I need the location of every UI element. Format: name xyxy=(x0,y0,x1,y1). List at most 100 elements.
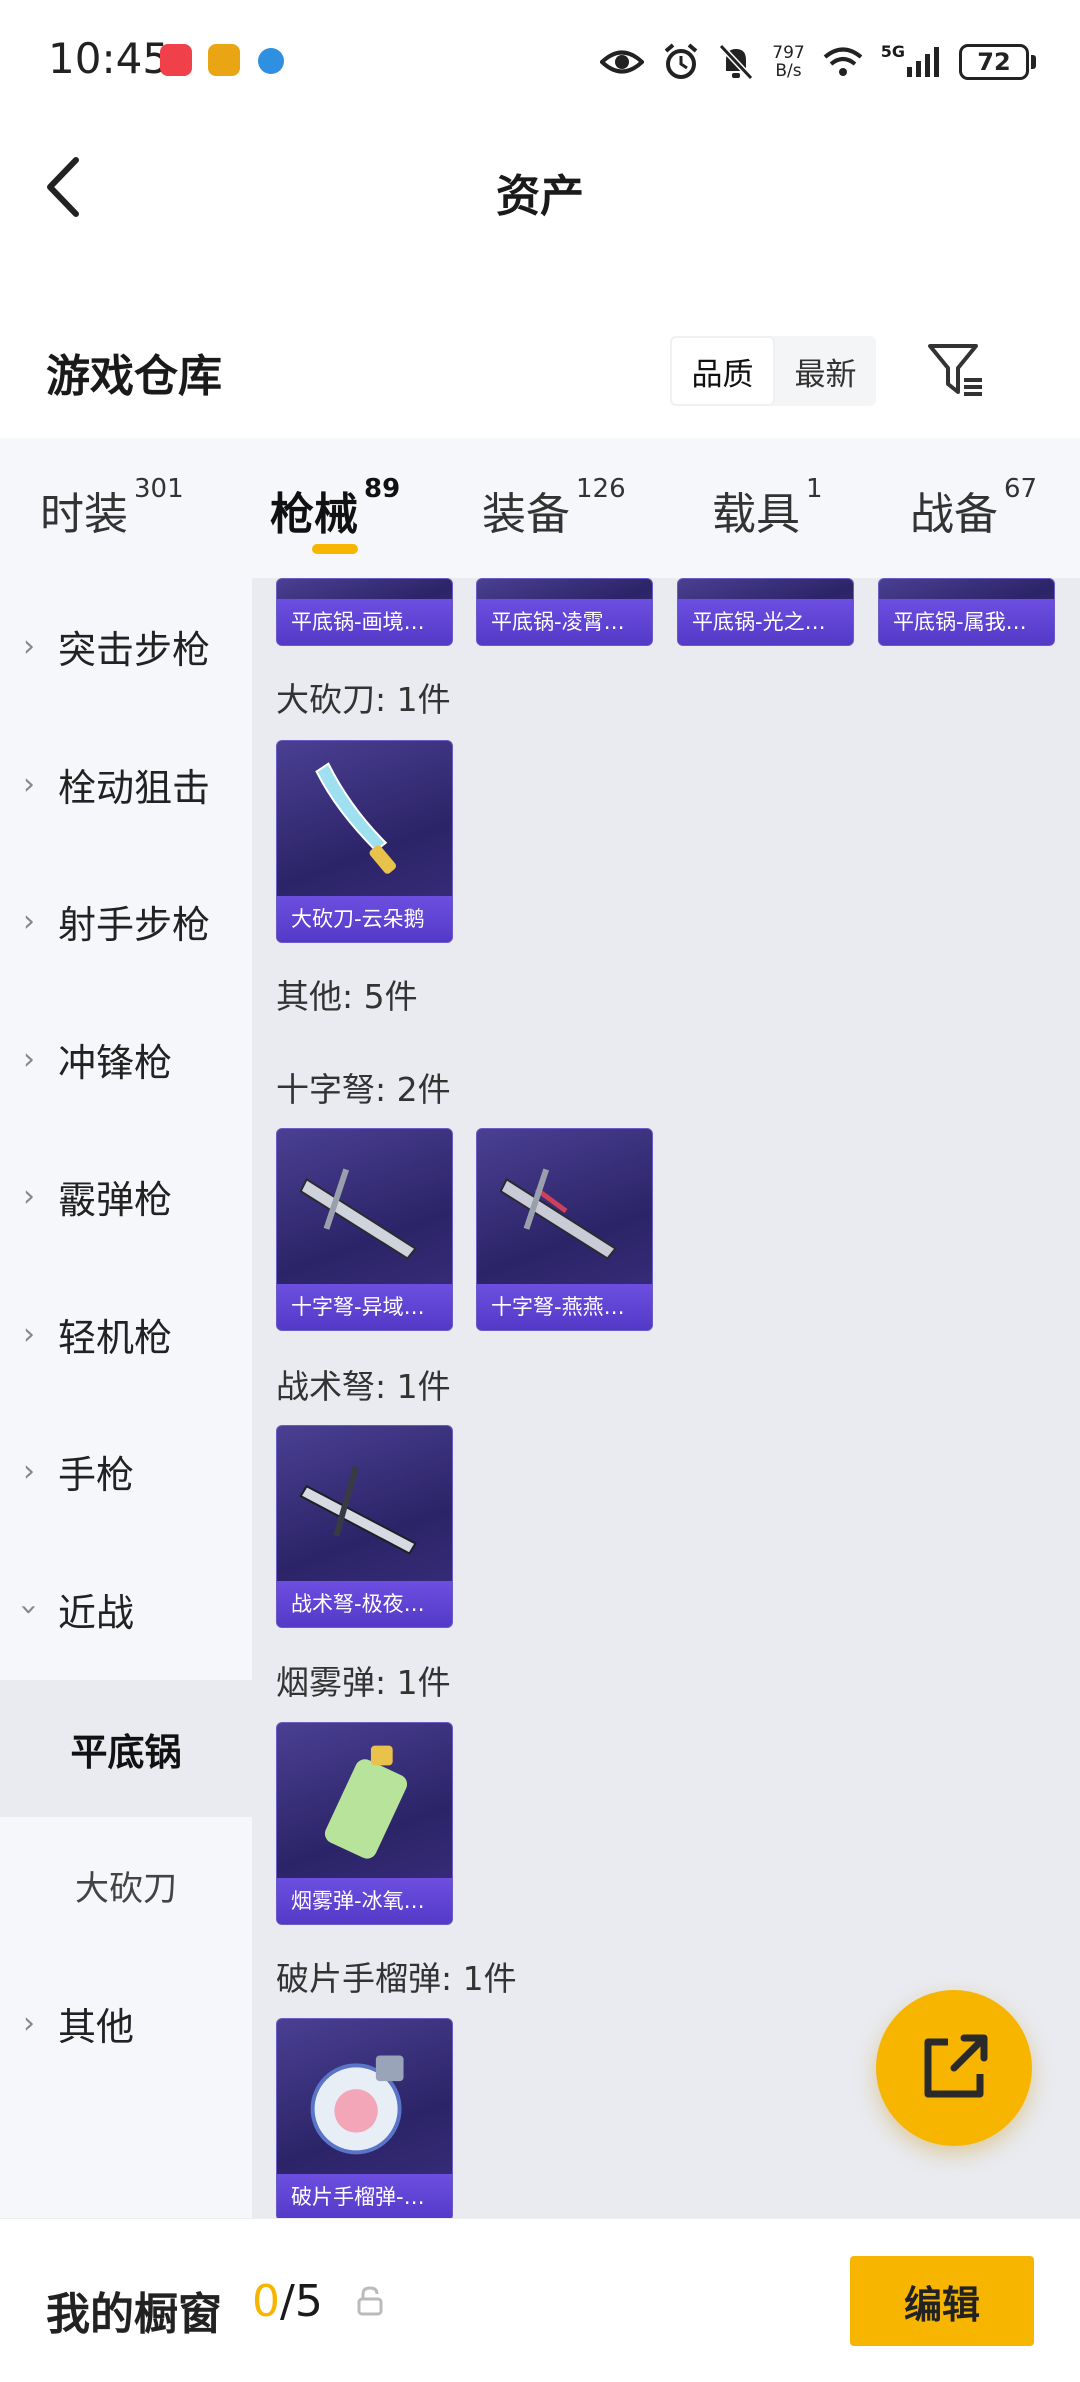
group-label: 战术弩: 1件 xyxy=(276,1367,451,1406)
sidebar-item-label: 手枪 xyxy=(58,1453,135,1497)
battery-level: 72 xyxy=(977,48,1011,76)
chevron-right-icon: › xyxy=(23,1454,35,1489)
net-speed-unit: B/s xyxy=(775,61,802,81)
sidebar-item-pistol[interactable]: › 手枪 xyxy=(0,1403,252,1540)
status-time: 10:45 xyxy=(48,34,170,83)
item-card[interactable]: 平底锅-画境… xyxy=(276,578,453,646)
network-type: 5G xyxy=(880,42,905,61)
tab-fashion[interactable]: 时装 301 xyxy=(40,474,184,542)
item-card[interactable]: 十字弩-燕燕… xyxy=(476,1128,653,1331)
tab-label: 装备 xyxy=(482,489,570,540)
sidebar-item-shotgun[interactable]: › 霰弹枪 xyxy=(0,1128,252,1265)
tab-count: 89 xyxy=(364,474,401,504)
item-card-label: 破片手榴弹-… xyxy=(277,2174,452,2220)
item-card-label: 平底锅-画境… xyxy=(277,599,452,645)
item-card-label: 平底锅-属我… xyxy=(879,599,1054,645)
tactical-crossbow-item-image xyxy=(299,1465,417,1555)
tab-vehicles[interactable]: 载具 1 xyxy=(712,474,823,542)
status-icons: 797 B/s 5G 72 xyxy=(600,38,1036,86)
mute-bell-icon xyxy=(718,42,754,82)
item-card-label: 十字弩-异域… xyxy=(277,1284,452,1330)
item-card[interactable]: 破片手榴弹-… xyxy=(276,2018,453,2221)
sidebar-item-lmg[interactable]: › 轻机枪 xyxy=(0,1266,252,1403)
sidebar-item-bolt-sniper[interactable]: › 栓动狙击 xyxy=(0,716,252,853)
share-external-icon xyxy=(924,2034,988,2098)
net-speed-value: 797 xyxy=(772,43,805,63)
showcase-label: 我的橱窗 xyxy=(46,2289,222,2340)
item-card-label: 平底锅-凌霄… xyxy=(477,599,652,645)
tab-label: 枪械 xyxy=(270,489,358,540)
chevron-down-icon: › xyxy=(11,1603,47,1616)
sidebar-item-label: 栓动狙击 xyxy=(58,766,211,810)
item-card[interactable]: 平底锅-属我… xyxy=(878,578,1055,646)
sidebar-item-label: 其他 xyxy=(58,2005,135,2049)
tab-firearms[interactable]: 枪械 89 xyxy=(270,474,400,542)
filter-icon xyxy=(928,344,982,396)
sidebar-item-marksman[interactable]: › 射手步枪 xyxy=(0,853,252,990)
item-card[interactable]: 大砍刀-云朵鹅 xyxy=(276,740,453,943)
wifi-icon xyxy=(823,42,863,82)
item-card[interactable]: 平底锅-凌霄… xyxy=(476,578,653,646)
showcase-total: /5 xyxy=(280,2276,323,2327)
eye-icon xyxy=(600,42,645,82)
smoke-grenade-item-image xyxy=(324,1745,408,1859)
crossbow-item-image xyxy=(299,1168,417,1260)
chevron-right-icon: › xyxy=(23,904,35,939)
item-card[interactable]: 平底锅-光之… xyxy=(677,578,854,646)
notification-app-icon xyxy=(208,44,240,76)
share-fab-button[interactable] xyxy=(876,1990,1032,2146)
chevron-right-icon: › xyxy=(23,2006,35,2041)
edit-button[interactable]: 编辑 xyxy=(850,2256,1034,2346)
sidebar-subitem-machete[interactable]: 大砍刀 xyxy=(0,1817,252,1954)
frag-grenade-item-image xyxy=(310,2055,404,2155)
cellular-signal-icon: 5G xyxy=(881,42,941,82)
alarm-icon xyxy=(662,42,700,82)
chevron-right-icon: › xyxy=(23,767,35,802)
tab-count: 67 xyxy=(1004,474,1038,504)
sort-toggle: 品质 最新 xyxy=(670,336,876,406)
filter-button[interactable] xyxy=(926,340,986,400)
sort-newest-button[interactable]: 最新 xyxy=(775,336,876,406)
sidebar-item-melee[interactable]: › 近战 xyxy=(0,1541,252,1678)
item-card-label: 烟雾弹-冰氧… xyxy=(277,1878,452,1924)
crossbow-item-image xyxy=(499,1168,617,1260)
tab-count: 1 xyxy=(806,474,823,504)
sidebar-item-label: 大砍刀 xyxy=(75,1869,177,1909)
lock-icon xyxy=(356,2286,384,2316)
sidebar-item-label: 近战 xyxy=(58,1591,135,1635)
sort-quality-button[interactable]: 品质 xyxy=(670,336,775,406)
sidebar-item-label: 霰弹枪 xyxy=(58,1178,173,1222)
item-card-label: 大砍刀-云朵鹅 xyxy=(277,896,452,942)
tab-label: 载具 xyxy=(712,489,800,540)
sidebar-item-assault-rifle[interactable]: › 突击步枪 xyxy=(0,578,252,715)
section-title: 游戏仓库 xyxy=(46,351,222,402)
tab-tactical[interactable]: 战备 67 xyxy=(910,474,1037,542)
sidebar-item-label: 冲锋枪 xyxy=(58,1041,173,1085)
item-card[interactable]: 烟雾弹-冰氧… xyxy=(276,1722,453,1925)
showcase-count: 0/5 xyxy=(252,2276,323,2327)
item-card[interactable]: 十字弩-异域… xyxy=(276,1128,453,1331)
item-card-label: 战术弩-极夜… xyxy=(277,1581,452,1627)
chevron-right-icon: › xyxy=(23,1179,35,1214)
tab-label: 战备 xyxy=(910,489,998,540)
notification-app-icon xyxy=(160,44,192,76)
page-title: 资产 xyxy=(496,171,584,222)
chevron-right-icon: › xyxy=(23,1042,35,1077)
tab-label: 时装 xyxy=(40,489,128,540)
item-card[interactable]: 战术弩-极夜… xyxy=(276,1425,453,1628)
group-label: 十字弩: 2件 xyxy=(276,1070,451,1109)
chevron-right-icon: › xyxy=(23,629,35,664)
machete-item-image xyxy=(315,762,397,874)
sidebar-subitem-frying-pan[interactable]: 平底锅 xyxy=(0,1680,252,1817)
active-tab-indicator xyxy=(312,544,358,554)
group-label: 烟雾弹: 1件 xyxy=(276,1663,451,1702)
showcase-used: 0 xyxy=(252,2276,280,2327)
network-speed: 797 B/s xyxy=(772,42,804,82)
tab-count: 301 xyxy=(134,474,184,504)
group-label: 其他: 5件 xyxy=(276,977,418,1016)
sidebar-item-label: 射手步枪 xyxy=(58,903,211,947)
tab-equipment[interactable]: 装备 126 xyxy=(482,474,626,542)
sidebar-item-smg[interactable]: › 冲锋枪 xyxy=(0,991,252,1128)
group-label: 大砍刀: 1件 xyxy=(276,680,451,719)
sidebar-item-other[interactable]: › 其他 xyxy=(0,1955,252,2092)
